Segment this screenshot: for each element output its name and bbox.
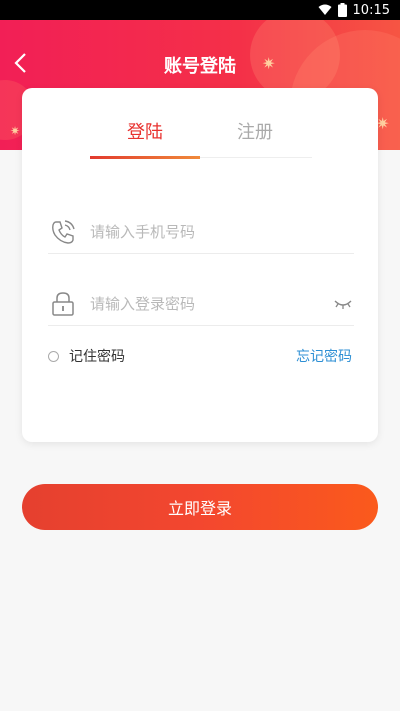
eye-closed-icon[interactable] [332, 294, 354, 314]
page-title: 账号登陆 [164, 56, 236, 77]
remember-label: 记住密码 [69, 349, 125, 365]
tab-bar: 登陆 注册 [90, 118, 312, 159]
forgot-password-link[interactable]: 忘记密码 [296, 346, 352, 366]
phone-input[interactable] [90, 222, 310, 241]
status-bar: 10:15 [0, 0, 400, 20]
remember-password[interactable]: 记住密码 [48, 346, 125, 366]
password-input[interactable] [90, 294, 310, 313]
phone-icon [48, 217, 78, 247]
battery-icon [337, 3, 347, 17]
remember-checkbox[interactable] [48, 350, 59, 362]
wifi-icon [318, 4, 332, 16]
tab-register[interactable]: 注册 [200, 118, 310, 157]
status-time: 10:15 [352, 2, 390, 18]
sparkle-icon: ✷ [376, 114, 390, 133]
tab-login[interactable]: 登陆 [90, 118, 200, 159]
sparkle-icon: ✷ [10, 124, 21, 138]
login-button[interactable]: 立即登录 [22, 484, 378, 530]
login-card: 登陆 注册 请输入手机号码 记住密码 忘记密码 [22, 88, 378, 442]
password-field [48, 282, 354, 326]
phone-field [48, 210, 354, 254]
lock-icon [48, 289, 78, 319]
